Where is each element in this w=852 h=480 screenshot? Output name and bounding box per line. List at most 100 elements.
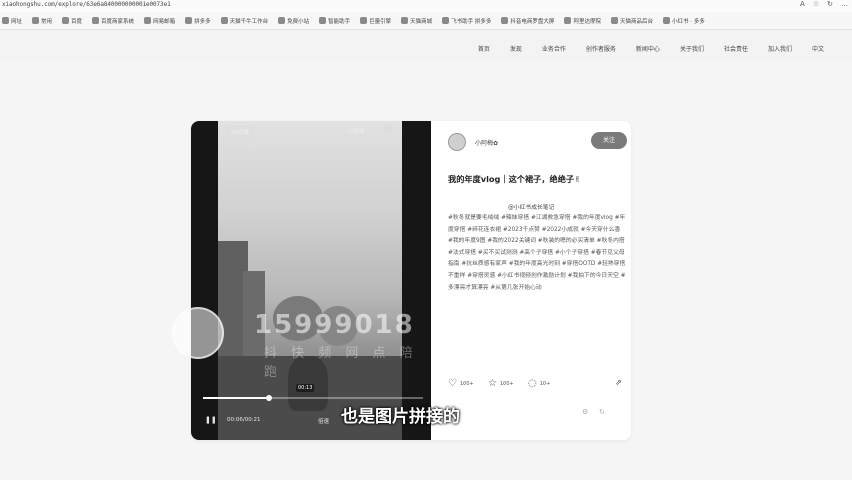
like-action[interactable]: ♡ 100+	[448, 378, 474, 389]
bookmark-favicon-icon	[501, 17, 509, 24]
site-nav-item[interactable]: 关于我们	[670, 44, 714, 53]
bookmark-item[interactable]: 天猫商城	[401, 17, 432, 25]
follow-button[interactable]: 关注	[591, 132, 627, 149]
bookmark-label: 天猫千牛工作台	[229, 18, 269, 25]
settings-icon[interactable]: ⚙	[582, 408, 588, 416]
bookmark-label: 智能助手	[328, 18, 351, 25]
bookmark-label: 天猫商品后台	[619, 18, 653, 25]
collect-count: 100+	[499, 380, 514, 387]
bookmark-item[interactable]: 网易邮箱	[144, 17, 175, 25]
heart-icon[interactable]: ♡	[448, 378, 457, 389]
site-nav-item[interactable]: 新闻中心	[626, 44, 670, 53]
collect-action[interactable]: ☆ 100+	[488, 378, 514, 389]
browser-toolbar-icons: A ☆ ↻ …	[800, 0, 848, 8]
pause-icon[interactable]: ❚❚	[205, 416, 217, 424]
bookmark-favicon-icon	[278, 17, 286, 24]
reader-mode-icon[interactable]: A	[800, 0, 805, 8]
note-side-panel: 小阿梅✿ 关注 我的年度vlog｜这个裙子，绝绝子✌ @小红书成长笔记 #秋冬就…	[431, 121, 631, 440]
author-avatar[interactable]	[448, 133, 466, 151]
bookmark-favicon-icon	[62, 17, 70, 24]
watermark-number: 15999018	[254, 310, 415, 340]
bookmark-item[interactable]: 天猫千牛工作台	[220, 17, 269, 25]
site-nav-item[interactable]: 加入我们	[758, 44, 802, 53]
bookmark-favicon-icon	[564, 17, 572, 24]
bookmark-favicon-icon	[92, 17, 100, 24]
note-actions: ♡ 100+ ☆ 100+ ◌ 10+ ⇗	[448, 378, 622, 390]
site-nav-item[interactable]: 首页	[468, 44, 500, 53]
progress-time-tooltip: 00:13	[296, 384, 315, 392]
favorite-star-icon[interactable]: ☆	[813, 0, 819, 8]
video-frame[interactable]	[218, 121, 402, 440]
speed-button[interactable]: 倍速	[318, 417, 329, 425]
progress-fill	[203, 397, 269, 399]
bookmark-favicon-icon	[401, 17, 409, 24]
refresh-icon[interactable]: ↻	[827, 0, 833, 8]
bookmark-item[interactable]: 巨量引擎	[360, 17, 391, 25]
watermark-overlay: 15999018 抖 快 频 网 点 陪 跑	[172, 302, 422, 380]
bookmark-favicon-icon	[319, 17, 327, 24]
bookmark-favicon-icon	[220, 17, 228, 24]
bookmark-item[interactable]: 百度商家系统	[92, 17, 134, 25]
bookmark-favicon-icon	[662, 17, 670, 24]
note-source-mention[interactable]: @小红书成长笔记	[508, 202, 554, 211]
bookmark-favicon-icon	[360, 17, 368, 24]
bookmark-label: 飞书助手 拼多多	[451, 18, 492, 25]
bookmark-item[interactable]: 常用	[32, 17, 52, 25]
video-player[interactable]: 小红书 小阿梅 00:13 ❚❚ 00:06/00:21 倍速	[191, 121, 431, 440]
bookmark-item[interactable]: 拼多多	[185, 17, 211, 25]
bookmark-label: 网址	[11, 18, 23, 25]
browser-bar: xiaohongshu.com/explore/63e6a84000000000…	[0, 0, 852, 12]
bookmark-label: 天猫商城	[410, 18, 433, 25]
comment-action[interactable]: ◌ 10+	[528, 378, 550, 389]
bookmark-label: 百度商家系统	[101, 18, 135, 25]
site-nav-item[interactable]: 发现	[500, 44, 532, 53]
note-tags[interactable]: #秋冬就是要毛绒绒 #辣妹穿搭 #江湖救急穿搭 #我的年度vlog #年度穿搭 …	[448, 213, 626, 294]
bookmark-favicon-icon	[32, 17, 40, 24]
bookmark-label: 拼多多	[194, 18, 211, 25]
comment-icon[interactable]: ◌	[528, 378, 537, 389]
note-detail-card: 小红书 小阿梅 00:13 ❚❚ 00:06/00:21 倍速 小阿梅✿ 关注 …	[191, 121, 631, 440]
wechat-logo-icon	[172, 307, 224, 359]
watermark-text: 抖 快 频 网 点 陪 跑	[264, 346, 418, 380]
site-nav-item[interactable]: 中文	[802, 44, 834, 53]
bookmark-item[interactable]: 抖音电商罗盘大屏	[501, 17, 554, 25]
site-nav-item[interactable]: 创作者服务	[576, 44, 626, 53]
bookmarks-bar: 网址 常用 百度 百度商家系统 网易邮箱 拼多多 天猫千牛工作台 免费小站 智能助手 巨量引擎 天猫…	[0, 12, 852, 30]
video-subtitle-caption: 也是图片拼接的	[341, 407, 460, 427]
share-icon[interactable]: ⇗	[615, 378, 622, 387]
refresh-icon[interactable]: ↻	[599, 408, 605, 416]
bookmark-label: 百度	[71, 18, 83, 25]
bookmark-label: 小红书 · 多多	[671, 18, 705, 25]
bookmark-favicon-icon	[144, 17, 152, 24]
site-nav-item[interactable]: 社会责任	[714, 44, 758, 53]
bookmark-label: 巨量引擎	[369, 18, 392, 25]
bookmark-favicon-icon	[185, 17, 193, 24]
bookmark-item[interactable]: 小红书 · 多多	[662, 17, 705, 25]
bookmark-label: 网易邮箱	[153, 18, 176, 25]
site-nav-item[interactable]: 业务合作	[532, 44, 576, 53]
like-count: 100+	[459, 380, 474, 387]
author-name[interactable]: 小阿梅✿	[475, 138, 498, 147]
bookmark-item[interactable]: 智能助手	[319, 17, 350, 25]
bookmark-item[interactable]: 免费小站	[278, 17, 309, 25]
bookmark-item[interactable]: 阿里达摩院	[564, 17, 601, 25]
bookmark-label: 阿里达摩院	[573, 18, 601, 25]
bookmark-label: 常用	[41, 18, 53, 25]
video-author-name: 小阿梅	[348, 129, 365, 135]
video-time: 00:06/00:21	[227, 417, 261, 423]
bookmark-item[interactable]: 天猫商品后台	[610, 17, 653, 25]
more-icon[interactable]: …	[841, 0, 848, 8]
address-bar[interactable]: xiaohongshu.com/explore/63e6a84000000000…	[2, 1, 171, 8]
bookmark-item[interactable]: 百度	[62, 17, 82, 25]
bookmark-item[interactable]: 飞书助手 拼多多	[442, 17, 491, 25]
progress-bar[interactable]	[203, 395, 423, 401]
progress-knob[interactable]	[266, 395, 272, 401]
bookmark-item[interactable]: 网址	[2, 17, 22, 25]
bookmark-label: 免费小站	[287, 18, 310, 25]
comment-count: 10+	[539, 380, 551, 387]
site-nav: 首页 发现 业务合作 创作者服务 新闻中心 关于我们 社会责任 加入我们 中文	[468, 44, 834, 53]
note-title: 我的年度vlog｜这个裙子，绝绝子✌	[448, 174, 581, 184]
video-author-avatar	[383, 125, 393, 135]
bookmark-favicon-icon	[2, 17, 9, 24]
star-icon[interactable]: ☆	[488, 378, 497, 389]
